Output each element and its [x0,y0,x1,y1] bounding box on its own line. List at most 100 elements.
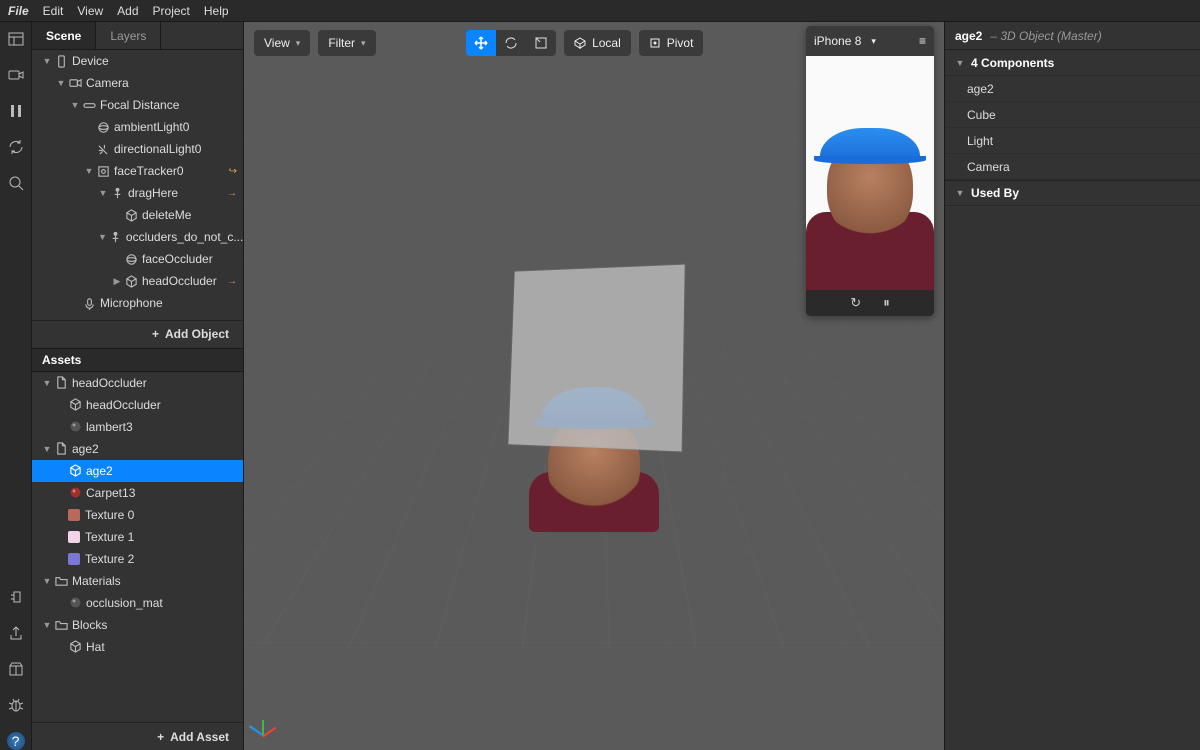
tree-row[interactable]: Texture 2 [32,548,243,570]
tree-label: Blocks [72,618,107,632]
menu-help[interactable]: Help [204,4,229,18]
tree-row[interactable]: ▼Camera [32,72,243,94]
disclosure-icon[interactable]: ▼ [42,620,52,630]
component-item[interactable]: Cube [945,102,1200,128]
filter-dropdown[interactable]: Filter▾ [318,30,375,56]
tree-label: Texture 0 [85,508,134,522]
tree-row[interactable]: faceOccluder [32,248,243,270]
tree-row[interactable]: Texture 0 [32,504,243,526]
viewport-area[interactable]: View▾ Filter▾ Local Pivot iPhone 8▾ ≡ [244,22,944,750]
local-toggle[interactable]: Local [564,30,631,56]
scale-tool[interactable] [526,30,556,56]
sphere-icon [96,120,110,134]
disclosure-icon[interactable]: ▼ [42,56,52,66]
add-asset-button[interactable]: +Add Asset [32,722,243,750]
dirlight-icon [96,142,110,156]
search-icon[interactable] [7,174,25,192]
disclosure-icon[interactable]: ▼ [42,444,52,454]
tree-row[interactable]: ambientLight0 [32,116,243,138]
layout-icon[interactable] [7,30,25,48]
export-icon[interactable] [7,624,25,642]
preview-menu-icon[interactable]: ≡ [919,34,926,48]
tree-label: headOccluder [72,376,147,390]
tree-row[interactable]: Texture 1 [32,526,243,548]
tree-row[interactable]: directionalLight0 [32,138,243,160]
texture-swatch [68,509,80,521]
patch-indicator-icon: → [227,188,237,199]
assets-header: Assets [32,348,243,372]
preview-refresh-icon[interactable]: ↻ [850,295,861,311]
camera-icon[interactable] [7,66,25,84]
disclosure-icon[interactable]: ▼ [98,188,108,198]
cube-icon [68,398,82,412]
file-icon [54,376,68,390]
tab-scene[interactable]: Scene [32,22,96,49]
tree-row[interactable]: deleteMe [32,204,243,226]
preview-viewport [806,56,934,290]
tree-row[interactable]: ▼faceTracker0↪ [32,160,243,182]
redball-icon [68,486,82,500]
face-plane[interactable] [508,265,684,452]
tree-label: Texture 1 [85,530,134,544]
snap-icon[interactable] [7,588,25,606]
disclosure-icon[interactable]: ▼ [98,232,107,242]
focal-icon [82,98,96,112]
disclosure-icon[interactable]: ▼ [42,378,52,388]
disclosure-icon[interactable]: ▼ [70,100,80,110]
device-icon [54,54,68,68]
package-icon[interactable] [7,660,25,678]
view-dropdown[interactable]: View▾ [254,30,310,56]
pivot-toggle[interactable]: Pivot [639,30,704,56]
menu-bar: File Edit View Add Project Help [0,0,1200,22]
move-tool[interactable] [466,30,496,56]
component-item[interactable]: Light [945,128,1200,154]
tree-row[interactable]: ▼ headOccluder [32,372,243,394]
bug-icon[interactable] [7,696,25,714]
tree-row[interactable]: Microphone [32,292,243,314]
menu-add[interactable]: Add [117,4,138,18]
tree-row[interactable]: ▼ Blocks [32,614,243,636]
tree-row[interactable]: ▼Device [32,50,243,72]
component-item[interactable]: Camera [945,154,1200,180]
rotate-tool[interactable] [496,30,526,56]
menu-file[interactable]: File [8,4,29,18]
disclosure-icon[interactable]: ▶ [112,276,122,287]
tab-layers[interactable]: Layers [96,22,161,49]
component-item[interactable]: age2 [945,76,1200,102]
cube-icon [68,640,82,654]
mic-icon [82,296,96,310]
tree-row[interactable]: lambert3 [32,416,243,438]
assets-tree: ▼ headOccluder headOccluder lambert3▼age2ag… [32,372,243,722]
tree-row[interactable]: ▼Focal Distance [32,94,243,116]
tree-row[interactable]: ▼Materials [32,570,243,592]
tree-row[interactable]: ▼occluders_do_not_c... [32,226,243,248]
tree-row[interactable]: ▼age2 [32,438,243,460]
menu-edit[interactable]: Edit [43,4,64,18]
refresh-icon[interactable] [7,138,25,156]
inspector-panel: age2 – 3D Object (Master) ▼4 Components … [944,22,1200,750]
tree-row[interactable]: occlusion_mat [32,592,243,614]
mat-icon [68,420,82,434]
texture-swatch [68,531,80,543]
tree-row[interactable]: Hat [32,636,243,658]
tree-row[interactable]: headOccluder [32,394,243,416]
tree-label: headOccluder [142,274,217,288]
add-object-button[interactable]: +Add Object [32,320,243,348]
tree-row[interactable]: Carpet13 [32,482,243,504]
components-header[interactable]: ▼4 Components [945,50,1200,76]
preview-pause-icon[interactable]: ⏸ [883,295,890,311]
menu-view[interactable]: View [77,4,103,18]
tree-row[interactable]: ▼dragHere→ [32,182,243,204]
pause-icon[interactable] [7,102,25,120]
tree-label: headOccluder [86,398,161,412]
menu-project[interactable]: Project [153,4,190,18]
preview-device-select[interactable]: iPhone 8 [814,34,861,48]
disclosure-icon[interactable]: ▼ [56,78,66,88]
tree-row[interactable]: ▶headOccluder→ [32,270,243,292]
plus-icon: + [152,327,159,341]
usedby-header[interactable]: ▼Used By [945,180,1200,206]
tree-row[interactable]: age2 [32,460,243,482]
help-icon[interactable]: ? [7,732,25,750]
disclosure-icon[interactable]: ▼ [84,166,94,176]
disclosure-icon[interactable]: ▼ [42,576,52,586]
